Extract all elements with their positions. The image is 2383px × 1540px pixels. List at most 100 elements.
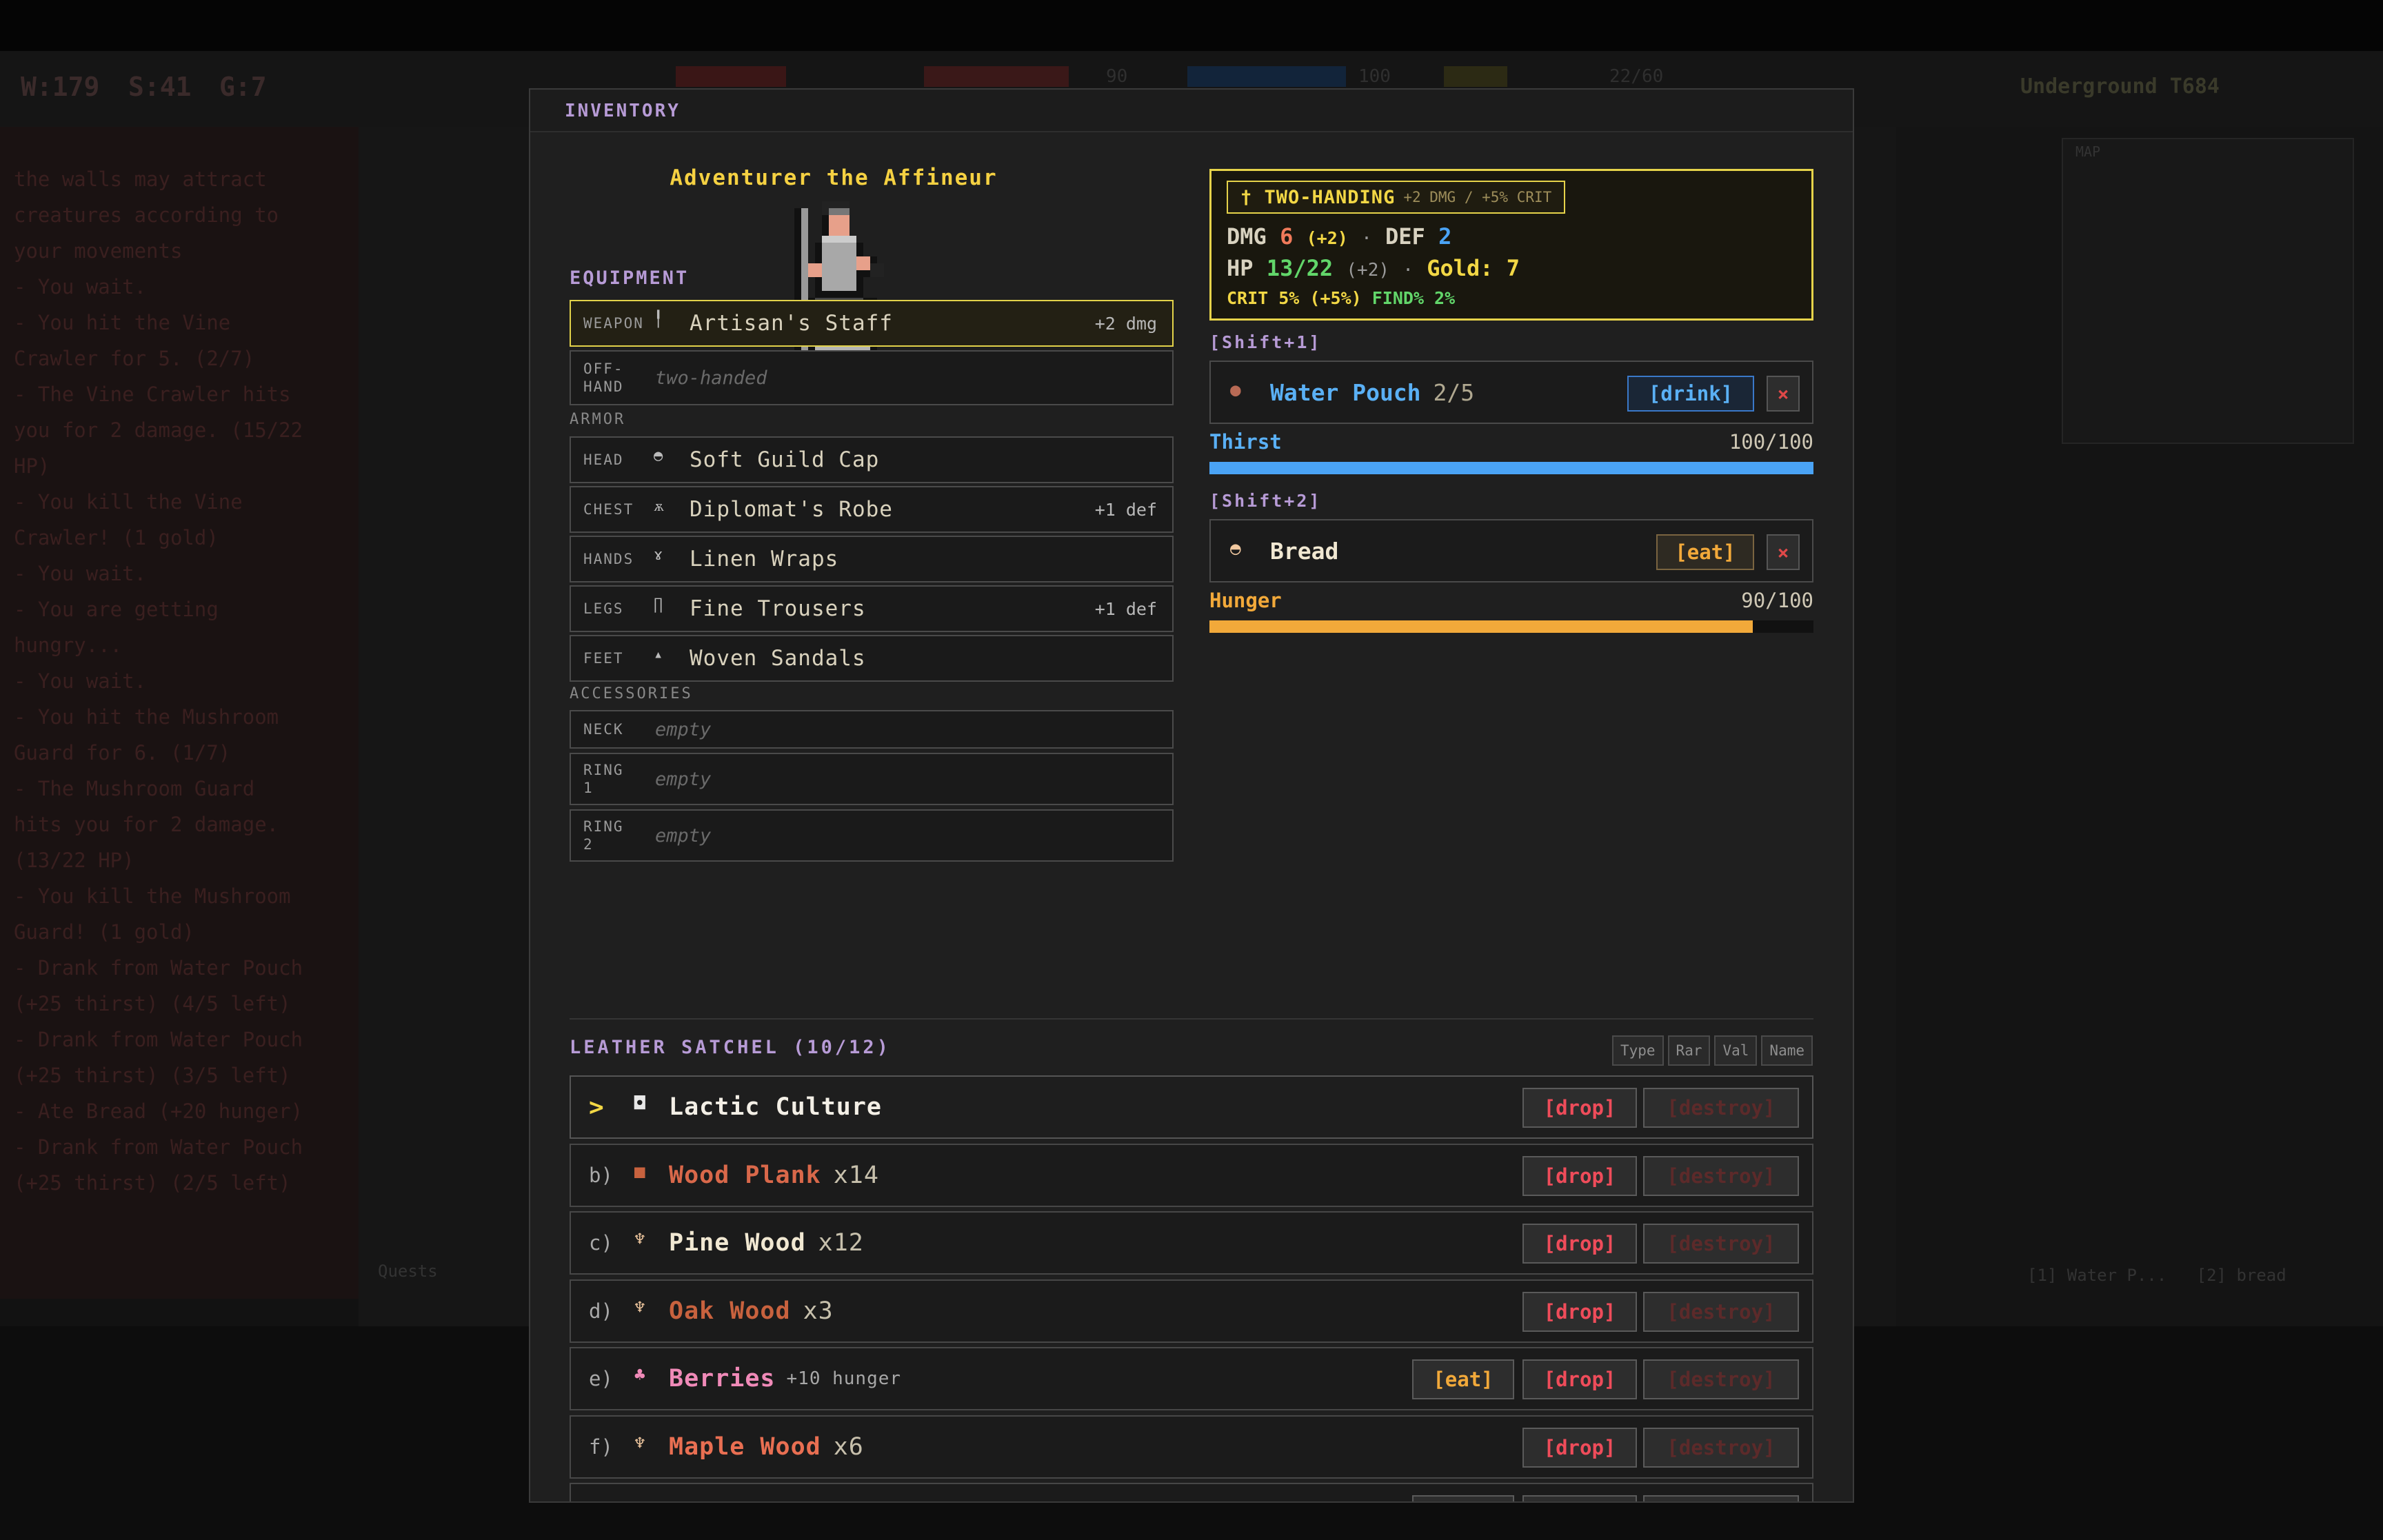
item-hotkey: b) <box>589 1163 613 1187</box>
quick-item-name: Bread <box>1270 537 1339 565</box>
item-quantity: x14 <box>833 1161 879 1189</box>
drop-button[interactable]: [drop] <box>1522 1088 1637 1128</box>
slot-feet[interactable]: FEET ▴ Woven Sandals <box>570 635 1174 682</box>
quick-slot-2[interactable]: [2] bread <box>2197 1266 2286 1285</box>
wood-icon: ♆ <box>634 1297 645 1318</box>
slot-off-hand[interactable]: OFF-HAND two-handed <box>570 350 1174 405</box>
destroy-button[interactable]: [destroy] <box>1643 1427 1799 1468</box>
slot-hands[interactable]: HANDS ɤ Linen Wraps <box>570 536 1174 582</box>
quests-tab[interactable]: Quests <box>378 1262 438 1281</box>
stat-s: S:41 <box>128 72 192 102</box>
cap-icon: ◓ <box>654 447 663 465</box>
destroy-button[interactable]: [destroy] <box>1643 1088 1799 1128</box>
item-quantity: x3 <box>803 1297 834 1325</box>
satchel-item-row[interactable]: e) ♣ Berries +10 hunger [eat] [drop] [destroy] <box>570 1347 1813 1410</box>
slot-empty: empty <box>655 718 712 740</box>
item-name: Wood Plank x14 <box>669 1161 879 1189</box>
shift-1-label: [Shift+1] <box>1209 332 1322 352</box>
slot-weapon[interactable]: WEAPON ╿ Artisan's Staff +2 dmg <box>570 300 1174 347</box>
sort-rarity-button[interactable]: Rar <box>1667 1035 1711 1066</box>
slot-key: RING 2 <box>583 818 624 853</box>
satchel-item-row[interactable]: f) ♆ Maple Wood x6 [drop] [destroy] <box>570 1415 1813 1479</box>
top-bar <box>0 0 2383 51</box>
dmg-label: DMG <box>1227 223 1267 250</box>
destroy-button[interactable]: [destroy] <box>1643 1359 1799 1399</box>
thirst-value: 100/100 <box>1729 430 1813 454</box>
staff-icon: ╿ <box>654 311 663 328</box>
accessories-label: ACCESSORIES <box>570 685 693 702</box>
eat-button[interactable]: [eat] <box>1412 1495 1514 1501</box>
satchel-item-row[interactable]: g) ● [eat] [drop] [destroy] <box>570 1483 1813 1503</box>
hp-label: HP <box>1227 255 1254 281</box>
slot-bonus: +2 dmg <box>1094 313 1157 334</box>
slot-head[interactable]: HEAD ◓ Soft Guild Cap <box>570 436 1174 483</box>
dmg-value: 6 <box>1280 223 1294 250</box>
drink-button[interactable]: [drink] <box>1627 376 1754 412</box>
slot-key: FEET <box>583 650 624 667</box>
slot-empty: empty <box>655 768 712 790</box>
drop-button[interactable]: [drop] <box>1522 1495 1637 1501</box>
berries-icon: ♣ <box>634 1365 645 1386</box>
badge-label: † TWO-HANDING <box>1240 186 1396 208</box>
clear-slot-2-button[interactable]: × <box>1767 534 1800 570</box>
sort-value-button[interactable]: Val <box>1714 1035 1758 1066</box>
drop-button[interactable]: [drop] <box>1522 1155 1637 1196</box>
sandals-icon: ▴ <box>654 646 663 663</box>
divider <box>570 1018 1813 1020</box>
hunger-value: 90/100 <box>1741 589 1813 612</box>
crit-find-line: CRIT 5% (+5%) FIND% 2% <box>1227 288 1455 308</box>
food-icon: ● <box>634 1501 645 1503</box>
slot-ring-2[interactable]: RING 2 empty <box>570 809 1174 862</box>
slot-key: HEAD <box>583 452 624 468</box>
quick-slot-water: ● Water Pouch 2/5 [drink] × <box>1209 361 1813 424</box>
stats-box: † TWO-HANDING +2 DMG / +5% CRIT DMG 6 (+… <box>1209 169 1813 321</box>
eat-button[interactable]: [eat] <box>1656 534 1754 570</box>
destroy-button[interactable]: [destroy] <box>1643 1224 1799 1264</box>
slot-chest[interactable]: CHEST ѫ Diplomat's Robe +1 def <box>570 486 1174 533</box>
sort-type-button[interactable]: Type <box>1611 1035 1664 1066</box>
def-value: 2 <box>1438 223 1452 250</box>
slot-item-name: Woven Sandals <box>690 646 866 671</box>
satchel-item-row[interactable]: b) ■ Wood Plank x14 [drop] [destroy] <box>570 1143 1813 1207</box>
find-stat: FIND% 2% <box>1371 288 1456 308</box>
destroy-button[interactable]: [destroy] <box>1643 1495 1799 1501</box>
satchel-item-row[interactable]: > ◘ Lactic Culture [drop] [destroy] <box>570 1075 1813 1139</box>
eat-button[interactable]: [eat] <box>1412 1359 1514 1399</box>
item-name: Pine Wood x12 <box>669 1229 864 1257</box>
clear-slot-1-button[interactable]: × <box>1767 376 1800 412</box>
quick-slot-1[interactable]: [1] Water P... <box>2027 1266 2166 1285</box>
slot-key: WEAPON <box>583 315 644 332</box>
item-hotkey: e) <box>589 1367 613 1390</box>
hp-bonus: (+2) <box>1346 260 1390 281</box>
quick-item-count: 2/5 <box>1433 378 1475 406</box>
destroy-button[interactable]: [destroy] <box>1643 1291 1799 1332</box>
gold-value: 7 <box>1506 255 1520 281</box>
sort-name-button[interactable]: Name <box>1761 1035 1813 1066</box>
damage-defense-line: DMG 6 (+2) · DEF 2 <box>1227 223 1452 250</box>
satchel-item-row[interactable]: c) ♆ Pine Wood x12 [drop] [destroy] <box>570 1211 1813 1275</box>
slot-key: HANDS <box>583 551 634 567</box>
slot-ring-1[interactable]: RING 1 empty <box>570 753 1174 805</box>
satchel-item-row[interactable]: d) ♆ Oak Wood x3 [drop] [destroy] <box>570 1279 1813 1343</box>
hearts-bar <box>676 66 786 87</box>
inventory-modal: INVENTORY Adventurer the Affineur EQUIPM… <box>529 88 1854 1503</box>
quick-item-name: Water Pouch 2/5 <box>1270 378 1475 406</box>
slot-legs[interactable]: LEGS ∏ Fine Trousers +1 def <box>570 585 1174 632</box>
drop-button[interactable]: [drop] <box>1522 1427 1637 1468</box>
drop-button[interactable]: [drop] <box>1522 1224 1637 1264</box>
character-sprite <box>794 201 884 374</box>
hp-gold-line: HP 13/22 (+2) · Gold: 7 <box>1227 255 1520 281</box>
destroy-button[interactable]: [destroy] <box>1643 1155 1799 1196</box>
selected-caret: > <box>589 1093 604 1122</box>
item-quantity: x6 <box>833 1432 864 1461</box>
mana-number: 100 <box>1358 66 1391 87</box>
message-log-panel: the walls may attract creatures accordin… <box>0 127 359 1299</box>
badge-detail: +2 DMG / +5% CRIT <box>1403 189 1552 205</box>
sort-buttons: Type Rar Val Name <box>1611 1035 1813 1066</box>
slot-neck[interactable]: NECK empty <box>570 710 1174 749</box>
hunger-meter <box>1209 620 1813 633</box>
character-name: Adventurer the Affineur <box>670 165 998 190</box>
pouch-icon: ● <box>1230 380 1241 401</box>
drop-button[interactable]: [drop] <box>1522 1291 1637 1332</box>
drop-button[interactable]: [drop] <box>1522 1359 1637 1399</box>
